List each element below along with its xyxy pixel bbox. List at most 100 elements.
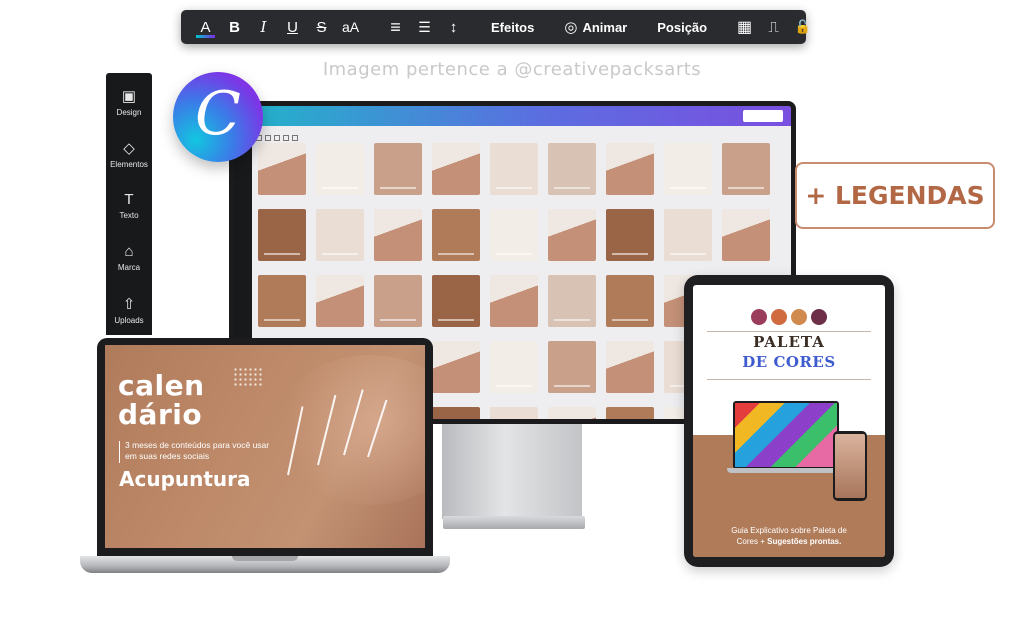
template-thumbnail[interactable] <box>548 209 596 261</box>
tablet-caption: Guia Explicativo sobre Paleta de Cores +… <box>693 525 885 547</box>
template-thumbnail[interactable] <box>548 143 596 195</box>
color-swatch <box>751 309 767 325</box>
tablet-screen: PALETA DE CORES Guia Explicativo sobre P… <box>693 285 885 557</box>
sidebar-item-brand[interactable]: ⌂ Marca <box>106 243 152 272</box>
sidebar-item-uploads[interactable]: ⇧ Uploads <box>106 295 152 325</box>
align-icon[interactable]: ≡ <box>381 10 410 44</box>
divider <box>707 331 871 332</box>
italic-icon[interactable]: I <box>249 10 278 44</box>
template-thumbnail[interactable] <box>490 209 538 261</box>
canva-logo: C <box>173 72 263 162</box>
effects-button[interactable]: Efeitos <box>484 10 541 44</box>
editor-topbar <box>234 106 791 126</box>
laptop-title: calen dário <box>118 371 205 429</box>
template-thumbnail[interactable] <box>664 143 712 195</box>
sidebar-item-label: Design <box>116 108 142 117</box>
template-thumbnail[interactable] <box>258 275 306 327</box>
text-toolbar: A B I U S aA ≡ ☰ ↕ Efeitos ◎ Animar Posi… <box>181 10 811 44</box>
sidebar-item-elements[interactable]: ◇ Elementos <box>106 139 152 169</box>
template-thumbnail[interactable] <box>258 209 306 261</box>
paint-roller-icon[interactable]: ⎍ <box>759 10 788 44</box>
lock-icon[interactable]: 🔓 <box>788 10 817 44</box>
underline-icon[interactable]: U <box>278 10 307 44</box>
font-color-icon[interactable]: A <box>191 10 220 44</box>
monitor-base <box>443 516 585 529</box>
template-thumbnail[interactable] <box>258 143 306 195</box>
design-icon: ▣ <box>121 88 137 105</box>
tablet: PALETA DE CORES Guia Explicativo sobre P… <box>684 275 894 567</box>
caption-bold: Sugestões prontas. <box>767 537 842 546</box>
template-thumbnail[interactable] <box>606 275 654 327</box>
caption-line-1: Guia Explicativo sobre Paleta de <box>731 526 847 535</box>
watermark: Imagem pertence a @creativepacksarts <box>322 59 702 80</box>
elements-icon: ◇ <box>123 140 135 157</box>
mini-phone-image <box>833 431 867 501</box>
template-thumbnail[interactable] <box>374 143 422 195</box>
monitor-stand <box>442 424 582 519</box>
mini-laptop-image <box>733 401 839 469</box>
template-thumbnail[interactable] <box>374 275 422 327</box>
template-thumbnail[interactable] <box>490 143 538 195</box>
template-thumbnail[interactable] <box>606 341 654 393</box>
template-thumbnail[interactable] <box>722 209 770 261</box>
sidebar-item-text[interactable]: T Texto <box>106 191 152 220</box>
animate-button[interactable]: ◎ Animar <box>557 10 634 44</box>
caption-line-2: Cores + Sugestões prontas. <box>693 536 885 547</box>
subtitle-rule <box>119 441 120 463</box>
laptop-screen: calen dário 3 meses de conteúdos para vo… <box>105 345 425 548</box>
spacing-icon[interactable]: ↕ <box>439 10 468 44</box>
position-button[interactable]: Posição <box>650 10 714 44</box>
sidebar-item-label: Elementos <box>110 160 148 169</box>
template-thumbnail[interactable] <box>432 209 480 261</box>
template-thumbnail[interactable] <box>490 275 538 327</box>
animate-icon: ◎ <box>564 19 578 36</box>
title-line-2: dário <box>118 398 203 431</box>
editor-tools <box>256 128 376 141</box>
template-thumbnail[interactable] <box>432 143 480 195</box>
template-thumbnail[interactable] <box>316 143 364 195</box>
template-thumbnail[interactable] <box>316 209 364 261</box>
color-swatches <box>751 309 827 325</box>
sidebar-item-design[interactable]: ▣ Design <box>106 87 152 117</box>
template-thumbnail[interactable] <box>490 341 538 393</box>
template-thumbnail[interactable] <box>432 341 480 393</box>
dot-pattern <box>233 367 263 387</box>
laptop-notch <box>232 556 298 561</box>
legendas-badge: + LEGENDAS <box>795 162 995 229</box>
template-thumbnail[interactable] <box>548 407 596 419</box>
upload-icon: ⇧ <box>122 296 136 313</box>
template-thumbnail[interactable] <box>490 407 538 419</box>
template-thumbnail[interactable] <box>548 341 596 393</box>
divider <box>707 379 871 380</box>
color-swatch <box>791 309 807 325</box>
template-thumbnail[interactable] <box>606 209 654 261</box>
sidebar-item-label: Uploads <box>114 316 144 325</box>
template-thumbnail[interactable] <box>432 407 480 419</box>
list-icon[interactable]: ☰ <box>410 10 439 44</box>
template-thumbnail[interactable] <box>664 209 712 261</box>
tablet-title-1: PALETA <box>753 333 825 351</box>
color-swatch <box>811 309 827 325</box>
transparency-icon[interactable]: ▦ <box>730 10 759 44</box>
brand-icon: ⌂ <box>124 243 134 260</box>
sidebar-item-label: Texto <box>119 211 139 220</box>
template-thumbnail[interactable] <box>722 143 770 195</box>
text-case-icon[interactable]: aA <box>336 10 365 44</box>
mini-laptop-base <box>727 468 845 473</box>
template-thumbnail[interactable] <box>316 275 364 327</box>
share-button[interactable] <box>743 110 783 122</box>
bold-icon[interactable]: B <box>220 10 249 44</box>
template-thumbnail[interactable] <box>548 275 596 327</box>
canva-side-panel: ▣ Design ◇ Elementos T Texto ⌂ Marca ⇧ U… <box>106 73 152 335</box>
template-thumbnail[interactable] <box>606 407 654 419</box>
laptop: calen dário 3 meses de conteúdos para vo… <box>97 338 433 564</box>
template-thumbnail[interactable] <box>432 275 480 327</box>
template-thumbnail[interactable] <box>606 143 654 195</box>
tablet-title-2: DE CORES <box>742 353 836 371</box>
logo-letter: C <box>195 79 241 149</box>
template-thumbnail[interactable] <box>374 209 422 261</box>
strikethrough-icon[interactable]: S <box>307 10 336 44</box>
animate-label: Animar <box>582 19 628 35</box>
text-icon: T <box>124 191 134 208</box>
laptop-subtitle: 3 meses de conteúdos para você usar em s… <box>125 440 270 461</box>
